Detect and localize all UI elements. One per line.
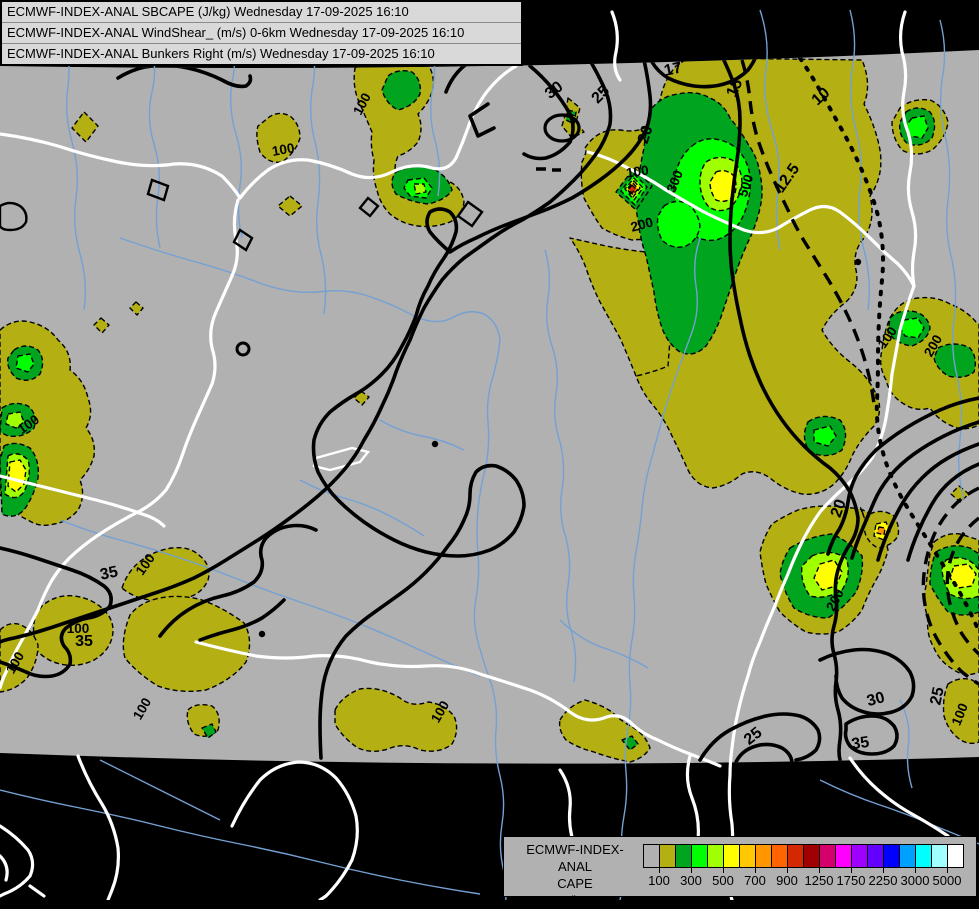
legend-color-cell	[915, 844, 931, 868]
weather-map-canvas: 3025172015353520253035251012.51001001002…	[0, 0, 979, 900]
legend-color-cell	[723, 844, 739, 868]
map-title-block: ECMWF-INDEX-ANAL SBCAPE (J/kg) Wednesday…	[0, 0, 523, 66]
title-line-sbcape: ECMWF-INDEX-ANAL SBCAPE (J/kg) Wednesday…	[2, 2, 521, 23]
legend-color-cell	[883, 844, 899, 868]
legend-color-cell	[803, 844, 819, 868]
cape-contour-label: 100	[625, 163, 649, 181]
legend-color-cell	[643, 844, 659, 868]
windshear-contour-label: 17	[663, 59, 684, 79]
legend-color-cell	[739, 844, 755, 868]
legend-color-cell	[947, 844, 964, 868]
legend-color-cell	[707, 844, 723, 868]
title-line-windshear: ECMWF-INDEX-ANAL WindShear_ (m/s) 0-6km …	[2, 23, 521, 44]
legend-product: ECMWF-INDEX-ANAL	[510, 841, 640, 875]
cape-contour-label: 100	[67, 621, 90, 636]
windshear-contour-label: 35	[850, 734, 870, 753]
windshear-contour-label: 35	[99, 563, 120, 583]
legend-color-cell	[819, 844, 835, 868]
legend-color-bar	[643, 844, 964, 868]
legend-color-cell	[755, 844, 771, 868]
legend-color-cell	[659, 844, 675, 868]
legend-units: J/kg	[510, 892, 640, 909]
legend-color-cell	[867, 844, 883, 868]
title-line-bunkers: ECMWF-INDEX-ANAL Bunkers Right (m/s) Wed…	[2, 44, 521, 64]
weather-map-page: { "header": { "lines": [ "ECMWF-INDEX-AN…	[0, 0, 979, 900]
legend-color-cell	[851, 844, 867, 868]
windshear-contour-label: 25	[927, 685, 947, 706]
legend-color-cell	[675, 844, 691, 868]
legend-color-cell	[835, 844, 851, 868]
legend-parameter: CAPE	[510, 875, 640, 892]
legend-color-cell	[691, 844, 707, 868]
cape-legend: ECMWF-INDEX-ANAL CAPE J/kg 1003005007009…	[503, 836, 977, 897]
legend-color-cell	[931, 844, 947, 868]
legend-tick-label: 5000	[927, 873, 967, 888]
legend-color-cell	[771, 844, 787, 868]
legend-title: ECMWF-INDEX-ANAL CAPE J/kg	[510, 841, 640, 909]
legend-color-cell	[899, 844, 915, 868]
legend-color-cell	[787, 844, 803, 868]
